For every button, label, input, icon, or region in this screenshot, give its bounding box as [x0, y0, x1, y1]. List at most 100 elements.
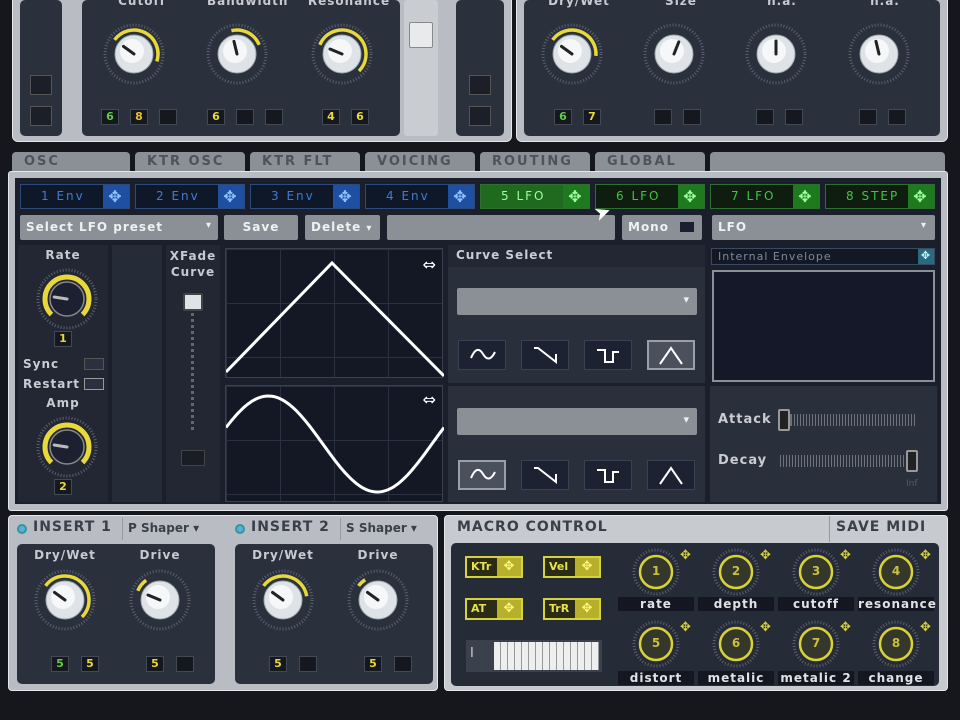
- drag-arrows-icon[interactable]: ✥: [678, 185, 704, 208]
- triangle-wave-button[interactable]: [647, 340, 695, 370]
- macro-label[interactable]: cutoff: [778, 597, 854, 611]
- mod-value-box[interactable]: [265, 109, 283, 125]
- knob-dial[interactable]: [35, 267, 99, 331]
- macro-label[interactable]: metalic: [698, 671, 774, 685]
- mod-value-box[interactable]: [159, 109, 177, 125]
- macro-knob-6[interactable]: 6 ✥ metalic: [698, 620, 776, 690]
- insert-effect-select[interactable]: S Shaper ▾: [340, 518, 430, 540]
- macro-knob-2[interactable]: 2 ✥ depth: [698, 548, 776, 618]
- tab-ktr-osc[interactable]: KTR OSC: [135, 152, 245, 172]
- preset-name-field[interactable]: [387, 215, 615, 240]
- drag-arrows-icon[interactable]: ✥: [218, 185, 244, 208]
- drag-arrows-icon[interactable]: ✥: [920, 548, 931, 563]
- drag-arrows-icon[interactable]: ✥: [448, 185, 474, 208]
- mod-value-box[interactable]: 6: [101, 109, 119, 125]
- triangle-wave-button[interactable]: [647, 460, 695, 490]
- restart-checkbox[interactable]: [84, 378, 104, 390]
- knob-dial[interactable]: [310, 22, 374, 86]
- sync-checkbox[interactable]: [84, 358, 104, 370]
- knob-dial[interactable]: [346, 568, 410, 632]
- drag-arrows-icon[interactable]: ✥: [840, 548, 851, 563]
- mod-slot-6[interactable]: 6 LFO ✥: [595, 184, 705, 209]
- piano-keys[interactable]: [494, 642, 599, 670]
- tab-global[interactable]: GLOBAL: [595, 152, 705, 172]
- drag-arrows-icon[interactable]: ✥: [680, 548, 691, 563]
- dry-wet-knob[interactable]: [251, 568, 315, 636]
- mod-value-box[interactable]: [888, 109, 906, 125]
- lfo-preset-select[interactable]: Select LFO preset ▾: [20, 215, 218, 240]
- macro-label[interactable]: depth: [698, 597, 774, 611]
- drag-arrows-icon[interactable]: ✥: [760, 620, 771, 635]
- macro-label[interactable]: rate: [618, 597, 694, 611]
- mod-value-box[interactable]: 4: [322, 109, 340, 125]
- stretch-arrows-icon[interactable]: ⇔: [423, 390, 436, 409]
- decay-slider-handle[interactable]: [906, 450, 918, 472]
- mod-slot-7[interactable]: 7 LFO ✥: [710, 184, 820, 209]
- mod-value-box[interactable]: [394, 656, 412, 672]
- decay-slider[interactable]: [780, 455, 905, 467]
- knob-dial[interactable]: [642, 22, 706, 86]
- tab-ktr-flt[interactable]: KTR FLT: [250, 152, 360, 172]
- tab-voicing[interactable]: VOICING: [365, 152, 475, 172]
- mod-value-box[interactable]: [176, 656, 194, 672]
- knob-dial[interactable]: [744, 22, 808, 86]
- mod-value-box[interactable]: 8: [130, 109, 148, 125]
- macro-knob-1[interactable]: 1 ✥ rate: [618, 548, 696, 618]
- tab-osc[interactable]: OSC: [12, 152, 130, 172]
- knob-dial[interactable]: [102, 22, 166, 86]
- square-wave-button[interactable]: [584, 340, 632, 370]
- curve2-dropdown[interactable]: [457, 408, 697, 435]
- drag-arrows-icon[interactable]: ✥: [563, 185, 589, 208]
- mod-slot[interactable]: [469, 75, 491, 95]
- rate-knob[interactable]: [35, 267, 99, 335]
- mod-value-box[interactable]: [299, 656, 317, 672]
- drag-arrows-icon[interactable]: ✥: [497, 558, 521, 576]
- mod-value-box[interactable]: 5: [146, 656, 164, 672]
- drag-arrows-icon[interactable]: ✥: [918, 249, 934, 264]
- macro-label[interactable]: metalic 2: [778, 671, 854, 685]
- dry-wet-knob[interactable]: [540, 22, 604, 90]
- delete-button[interactable]: Delete ▾: [305, 215, 380, 240]
- insert-effect-select[interactable]: P Shaper ▾: [122, 518, 212, 540]
- velocity-source[interactable]: Vel ✥: [543, 556, 601, 578]
- saw-wave-button[interactable]: [521, 460, 569, 490]
- mod-value-box[interactable]: [654, 109, 672, 125]
- drag-arrows-icon[interactable]: ✥: [575, 558, 599, 576]
- cutoff-knob[interactable]: [102, 22, 166, 90]
- attack-slider[interactable]: [790, 414, 915, 426]
- save-button[interactable]: Save: [224, 215, 298, 240]
- mod-slot[interactable]: [30, 75, 52, 95]
- mod-value-box[interactable]: [683, 109, 701, 125]
- knob-dial[interactable]: [251, 568, 315, 632]
- mod-value-box[interactable]: 6: [351, 109, 369, 125]
- macro-label[interactable]: distort: [618, 671, 694, 685]
- mod-slot-1[interactable]: 1 Env ✥: [20, 184, 130, 209]
- mod-value-box[interactable]: [859, 109, 877, 125]
- tab-routing[interactable]: ROUTING: [480, 152, 590, 172]
- mod-value-box[interactable]: 7: [583, 109, 601, 125]
- keytrack-source[interactable]: KTr ✥: [465, 556, 523, 578]
- knob-dial[interactable]: [35, 415, 99, 479]
- knob-dial[interactable]: [205, 22, 269, 86]
- macro-knob-4[interactable]: 4 ✥ resonance: [858, 548, 936, 618]
- mod-slot-4[interactable]: 4 Env ✥: [365, 184, 475, 209]
- dry-wet-knob[interactable]: [33, 568, 97, 636]
- sine-wave-button[interactable]: [458, 340, 506, 370]
- mode-select[interactable]: LFO ▾: [712, 215, 935, 240]
- drag-arrows-icon[interactable]: ✥: [793, 185, 819, 208]
- drag-arrows-icon[interactable]: ✥: [840, 620, 851, 635]
- macro-knob-5[interactable]: 5 ✥ distort: [618, 620, 696, 690]
- macro-knob-8[interactable]: 8 ✥ change: [858, 620, 936, 690]
- knob-dial[interactable]: [847, 22, 911, 86]
- stretch-arrows-icon[interactable]: ⇔: [423, 255, 436, 274]
- knob-dial[interactable]: [33, 568, 97, 632]
- xfade-track[interactable]: [191, 300, 194, 430]
- resonance-knob[interactable]: [310, 22, 374, 90]
- sine-wave-button[interactable]: [458, 460, 506, 490]
- mod-slot-2[interactable]: 2 Env ✥: [135, 184, 245, 209]
- mod-value-box[interactable]: [785, 109, 803, 125]
- mod-value-box[interactable]: 5: [364, 656, 382, 672]
- mono-toggle[interactable]: Mono: [622, 215, 702, 240]
- macro-label[interactable]: resonance: [858, 597, 936, 611]
- mod-value-box[interactable]: 5: [81, 656, 99, 672]
